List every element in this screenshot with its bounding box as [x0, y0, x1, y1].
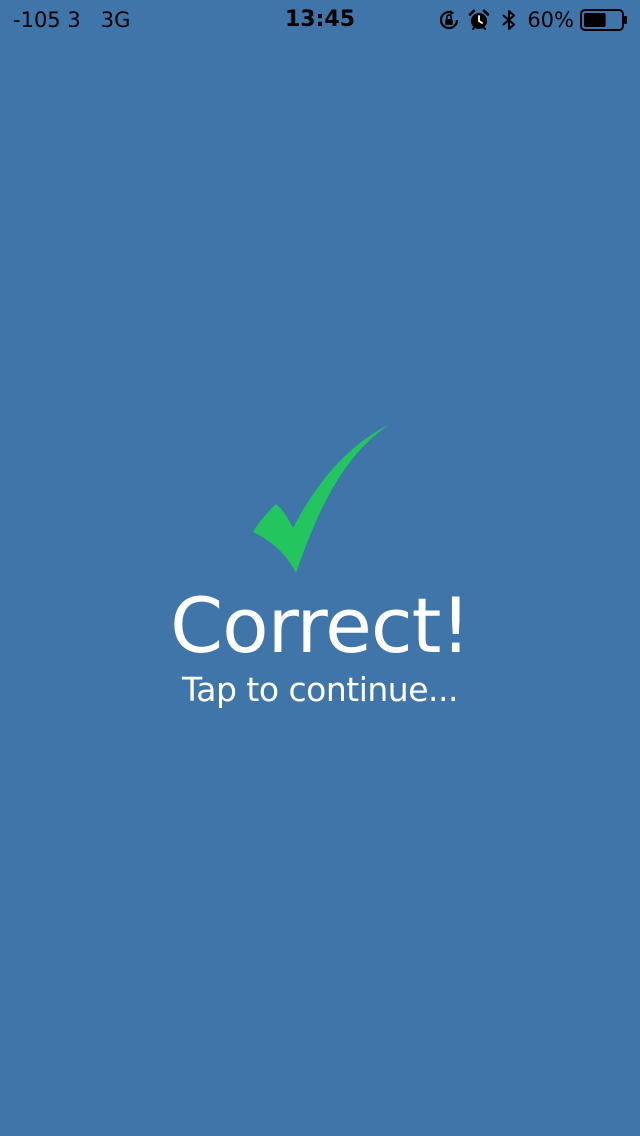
- checkmark-icon: [250, 420, 395, 580]
- result-tap-area[interactable]: Correct! Tap to continue...: [0, 0, 640, 1136]
- result-title: Correct!: [170, 581, 471, 670]
- tap-to-continue-label: Tap to continue...: [182, 670, 458, 709]
